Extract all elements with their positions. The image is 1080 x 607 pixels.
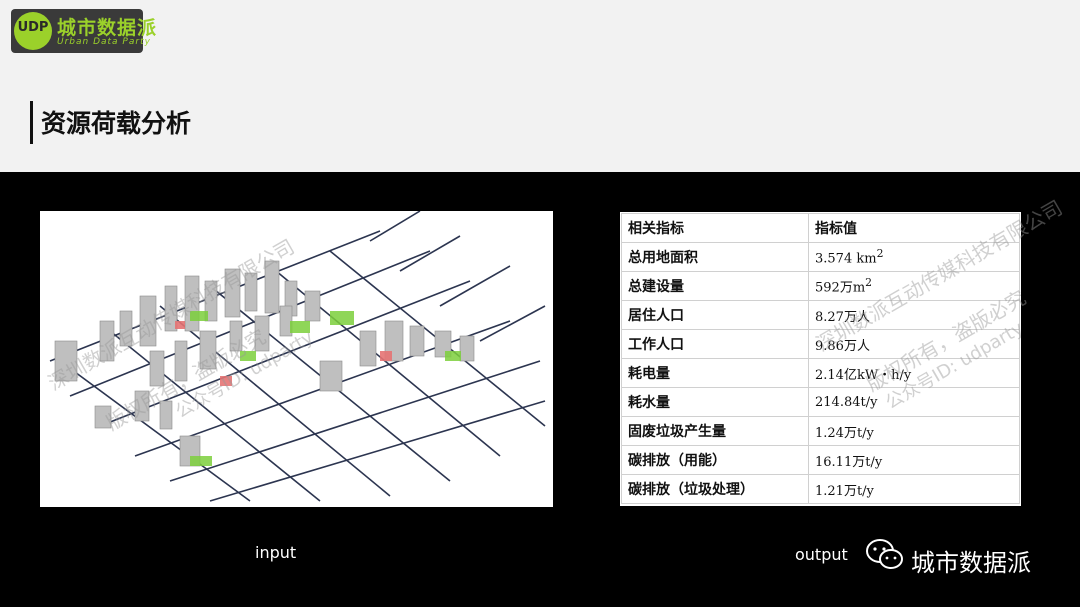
table-row: 固废垃圾产生量 1.24万t/y	[621, 416, 1020, 446]
table-row: 工作人口 9.86万人	[621, 329, 1020, 359]
indicator-value: 9.86万人	[808, 329, 1020, 359]
table-header-row: 相关指标 指标值	[621, 213, 1020, 243]
table-row: 耗电量 2.14亿kW・h/y	[621, 358, 1020, 388]
indicator-label: 碳排放（垃圾处理）	[621, 474, 809, 504]
indicator-value: 2.14亿kW・h/y	[808, 358, 1020, 388]
indicator-label: 工作人口	[621, 329, 809, 359]
indicator-value: 1.24万t/y	[808, 416, 1020, 446]
indicator-label: 总用地面积	[621, 242, 809, 272]
table-row: 耗水量 214.84t/y	[621, 387, 1020, 417]
city-model-image: 深圳数派互动传媒科技有限公司 版权所有，盗版必究 公众号ID: udparty	[40, 211, 553, 507]
table-row: 居住人口 8.27万人	[621, 300, 1020, 330]
indicator-value: 3.574 km2	[808, 242, 1020, 272]
indicator-value: 1.21万t/y	[808, 474, 1020, 504]
indicator-label: 总建设量	[621, 271, 809, 301]
logo-badge-text: UDP	[17, 20, 49, 35]
table-row: 碳排放（用能） 16.11万t/y	[621, 445, 1020, 475]
logo-subtitle: Urban Data Party	[57, 37, 151, 47]
brand-name: 城市数据派	[911, 549, 1031, 577]
city-model-illustration	[49, 211, 546, 502]
indicator-value: 16.11万t/y	[808, 445, 1020, 475]
logo-title: 城市数据派	[57, 17, 158, 39]
indicator-value: 592万m2	[808, 271, 1020, 301]
indicator-value: 214.84t/y	[808, 387, 1020, 417]
indicator-table: 相关指标 指标值 总用地面积 3.574 km2 总建设量 592万m2 居住人口 8…	[621, 213, 1020, 504]
table-row: 碳排放（垃圾处理） 1.21万t/y	[621, 474, 1020, 504]
table-row: 总用地面积 3.574 km2	[621, 242, 1020, 272]
indicator-label: 耗电量	[621, 358, 809, 388]
table-row: 总建设量 592万m2	[621, 271, 1020, 301]
indicator-table-panel: 相关指标 指标值 总用地面积 3.574 km2 总建设量 592万m2 居住人口 8…	[620, 195, 1066, 506]
indicator-label: 耗水量	[621, 387, 809, 417]
column-header: 相关指标	[621, 213, 809, 243]
indicator-label: 固废垃圾产生量	[621, 416, 809, 446]
indicator-value: 8.27万人	[808, 300, 1020, 330]
page-title: 资源荷载分析	[41, 109, 192, 138]
indicator-label: 碳排放（用能）	[621, 445, 809, 475]
input-caption: input	[255, 543, 297, 562]
column-header: 指标值	[808, 213, 1020, 243]
indicator-label: 居住人口	[621, 300, 809, 330]
header: UDP 城市数据派 Urban Data Party 资源荷载分析	[0, 0, 1080, 172]
logo[interactable]: UDP 城市数据派 Urban Data Party	[11, 9, 156, 53]
logo-badge-icon: UDP	[14, 12, 52, 50]
title-accent-bar	[30, 101, 33, 144]
wechat-icon	[866, 539, 903, 569]
output-caption: output	[795, 545, 848, 564]
